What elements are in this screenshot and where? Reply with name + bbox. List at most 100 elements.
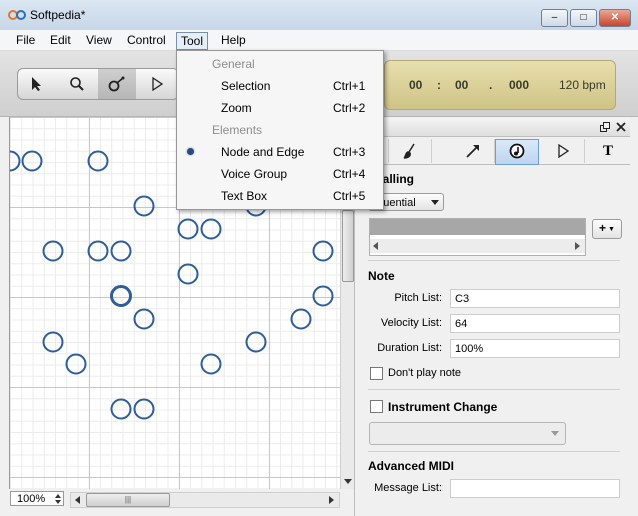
shortcut-zoom: Ctrl+2 bbox=[333, 101, 366, 115]
velocity-list-field[interactable]: 64 bbox=[450, 314, 620, 333]
transport-display: 00 : 00 . 000 120 bpm bbox=[384, 60, 616, 110]
tool-menu-dropdown: General Selection Ctrl+1 Zoom Ctrl+2 Ele… bbox=[176, 50, 384, 210]
tab-note[interactable] bbox=[495, 139, 539, 165]
zoom-tool-button[interactable] bbox=[58, 69, 96, 99]
pitch-list-field[interactable]: C3 bbox=[450, 289, 620, 308]
message-list-field[interactable] bbox=[450, 479, 620, 498]
tab-play[interactable] bbox=[542, 139, 585, 163]
graph-node bbox=[245, 331, 267, 353]
graph-node bbox=[87, 240, 109, 262]
graph-node bbox=[110, 240, 132, 262]
divider bbox=[368, 389, 620, 390]
graph-node bbox=[290, 308, 312, 330]
time-millis: 000 bbox=[509, 78, 530, 92]
graph-node bbox=[133, 308, 155, 330]
instrument-change-checkbox[interactable] bbox=[370, 400, 383, 413]
menu-header-general: General bbox=[212, 57, 255, 71]
divider bbox=[368, 451, 620, 452]
graph-node bbox=[200, 218, 222, 240]
time-hours: 00 bbox=[409, 78, 423, 92]
scroll-left-arrow-icon[interactable] bbox=[74, 496, 80, 504]
zoom-level-value: 100% bbox=[17, 493, 46, 505]
menu-item-text-box[interactable]: Text Box bbox=[221, 189, 267, 203]
canvas-vertical-scroll-thumb[interactable] bbox=[342, 210, 354, 282]
tab-edge[interactable] bbox=[452, 139, 495, 163]
signalling-list[interactable] bbox=[369, 218, 586, 256]
chevron-down-icon bbox=[551, 431, 559, 436]
note-section-title: Note bbox=[368, 269, 395, 283]
shortcut-selection: Ctrl+1 bbox=[333, 79, 366, 93]
edge-icon bbox=[466, 145, 479, 158]
note-icon bbox=[509, 143, 525, 159]
title-bar: Softpedia* – □ ✕ bbox=[0, 0, 638, 31]
time-minutes: 00 bbox=[455, 78, 469, 92]
play-tool-button[interactable] bbox=[138, 69, 176, 99]
shortcut-voice-group: Ctrl+4 bbox=[333, 167, 366, 181]
pointer-tool-button[interactable] bbox=[18, 69, 56, 99]
chevron-down-icon bbox=[431, 200, 439, 205]
menu-tool[interactable]: Tool bbox=[176, 32, 209, 50]
pointer-icon bbox=[32, 77, 41, 91]
tab-brush[interactable] bbox=[389, 139, 432, 163]
menu-file[interactable]: File bbox=[12, 32, 39, 48]
minimize-button[interactable]: – bbox=[541, 9, 568, 27]
menu-bar: File Edit View Control Tool Help bbox=[0, 30, 638, 51]
menu-view[interactable]: View bbox=[82, 32, 116, 48]
graph-node bbox=[312, 240, 334, 262]
menu-item-selection[interactable]: Selection bbox=[221, 79, 270, 93]
signalling-list-scrollbar[interactable] bbox=[370, 239, 585, 253]
menu-control[interactable]: Control bbox=[123, 32, 170, 48]
tool-button-group bbox=[17, 68, 179, 100]
tempo-display: 120 bpm bbox=[559, 78, 606, 92]
graph-node bbox=[42, 331, 64, 353]
radio-selected-icon bbox=[187, 148, 194, 155]
pitch-list-label: Pitch List: bbox=[394, 292, 442, 304]
graph-node bbox=[312, 285, 334, 307]
dont-play-checkbox[interactable] bbox=[370, 367, 383, 380]
graph-node bbox=[65, 353, 87, 375]
menu-item-node-and-edge[interactable]: Node and Edge bbox=[221, 145, 304, 159]
menu-item-zoom[interactable]: Zoom bbox=[221, 101, 252, 115]
panel-close-icon[interactable] bbox=[616, 122, 626, 132]
dont-play-label: Don't play note bbox=[388, 367, 462, 379]
zoom-level-spinner[interactable]: 100% bbox=[10, 491, 64, 506]
scroll-right-arrow-icon[interactable] bbox=[575, 242, 580, 250]
panel-tab-bar: T bbox=[368, 139, 630, 165]
menu-header-elements: Elements bbox=[212, 123, 263, 137]
graph-node bbox=[133, 195, 155, 217]
spinner-arrows-icon[interactable] bbox=[55, 494, 61, 504]
tab-text[interactable]: T bbox=[587, 139, 629, 163]
velocity-list-label: Velocity List: bbox=[380, 317, 442, 329]
menu-edit[interactable]: Edit bbox=[46, 32, 75, 48]
maximize-button[interactable]: □ bbox=[570, 9, 597, 27]
play-icon bbox=[152, 76, 164, 92]
properties-panel-header: e bbox=[354, 118, 630, 137]
menu-item-voice-group[interactable]: Voice Group bbox=[221, 167, 287, 181]
duration-list-field[interactable]: 100% bbox=[450, 339, 620, 358]
text-icon: T bbox=[602, 143, 613, 159]
zoom-icon bbox=[70, 77, 84, 91]
scroll-right-arrow-icon[interactable] bbox=[329, 496, 335, 504]
add-icon: + bbox=[599, 221, 607, 235]
add-signal-button[interactable]: + ▼ bbox=[592, 219, 622, 239]
window-title: Softpedia* bbox=[30, 8, 86, 22]
node-edge-tool-button[interactable] bbox=[98, 69, 136, 99]
time-separator-colon: : bbox=[437, 78, 441, 92]
graph-node bbox=[110, 285, 132, 307]
scroll-left-arrow-icon[interactable] bbox=[373, 242, 378, 250]
menu-help[interactable]: Help bbox=[217, 32, 250, 48]
close-button[interactable]: ✕ bbox=[599, 9, 631, 27]
signalling-list-selected-row[interactable] bbox=[370, 219, 585, 235]
scroll-down-arrow-icon[interactable] bbox=[344, 479, 352, 485]
graph-node bbox=[110, 398, 132, 420]
graph-node bbox=[177, 263, 199, 285]
shortcut-text-box: Ctrl+5 bbox=[333, 189, 366, 203]
instrument-select[interactable] bbox=[369, 422, 566, 445]
brush-icon bbox=[403, 143, 415, 159]
shortcut-node-and-edge: Ctrl+3 bbox=[333, 145, 366, 159]
undock-icon[interactable] bbox=[600, 122, 610, 132]
canvas-horizontal-scroll-thumb[interactable]: ||| bbox=[86, 493, 170, 507]
instrument-change-label: Instrument Change bbox=[388, 400, 498, 414]
graph-node bbox=[177, 218, 199, 240]
play-icon bbox=[558, 143, 570, 159]
